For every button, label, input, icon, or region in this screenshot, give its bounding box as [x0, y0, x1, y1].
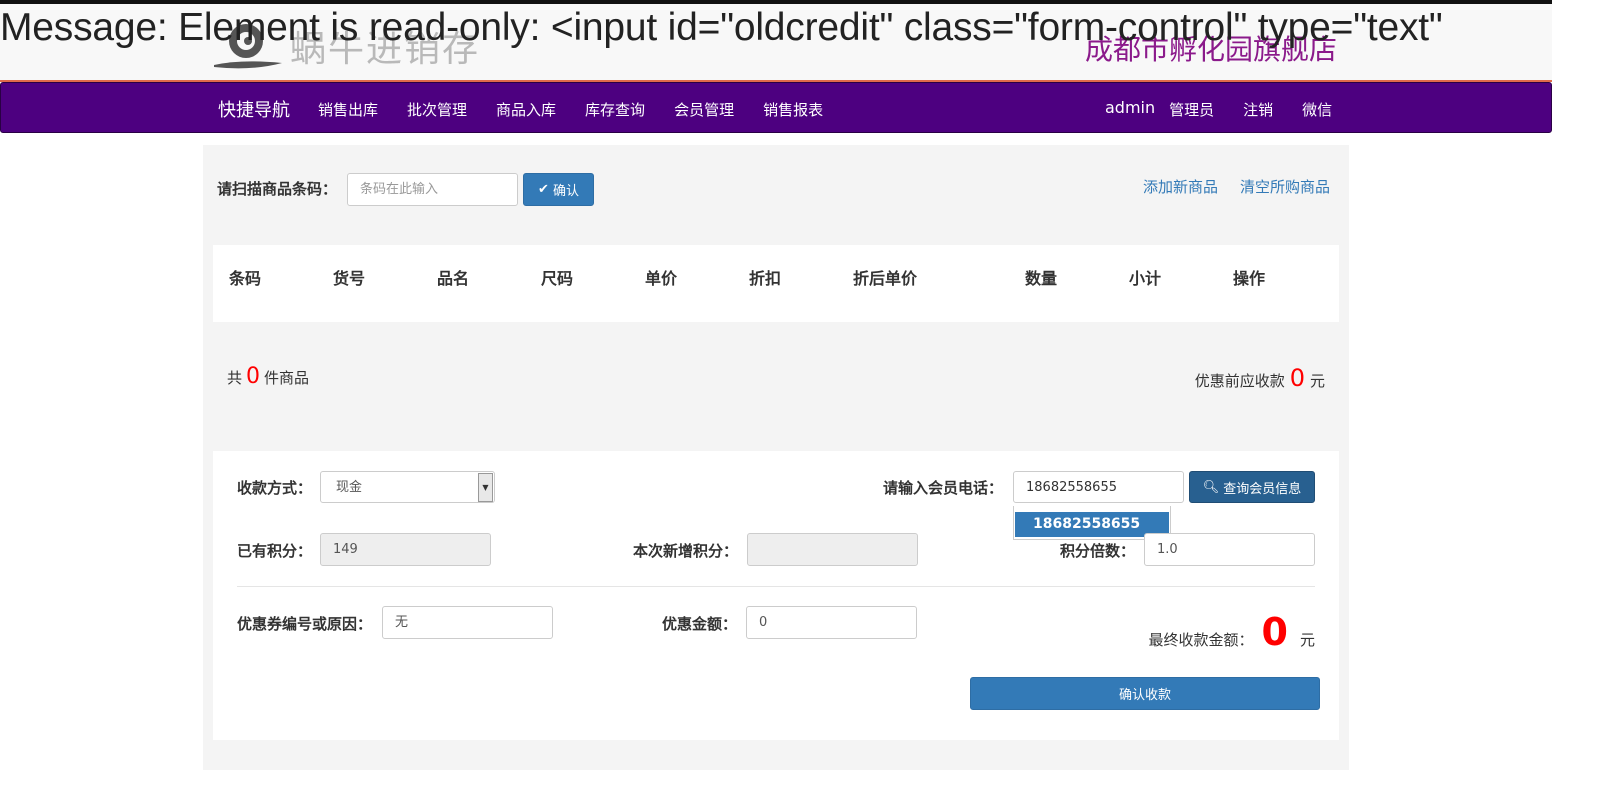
scan-label: 请扫描商品条码：	[217, 180, 338, 198]
existing-points-value: 149	[333, 542, 358, 557]
main-navbar: 快捷导航 销售出库 批次管理 商品入库 库存查询 会员管理 销售报表 admin…	[0, 82, 1552, 133]
col-quantity: 数量	[1025, 269, 1058, 288]
member-phone-input[interactable]: 18682558655	[1013, 471, 1184, 503]
col-price: 单价	[645, 269, 678, 288]
final-amount-summary: 最终收款金额： 0 元	[1149, 612, 1315, 652]
final-amount: 0	[1261, 610, 1288, 654]
existing-points-field[interactable]: 149	[320, 533, 491, 566]
coupon-field[interactable]: 无	[382, 606, 553, 639]
coupon-label: 优惠券编号或原因：	[237, 615, 373, 633]
col-subtotal: 小计	[1129, 269, 1162, 288]
confirm-payment-button[interactable]: 确认收款	[970, 677, 1320, 710]
nav-brand[interactable]: 快捷导航	[218, 96, 290, 122]
products-table: 条码 货号 品名 尺码 单价 折扣 折后单价 数量 小计 操作	[213, 245, 1339, 322]
due-summary: 优惠前应收款 0 元	[1195, 364, 1325, 392]
add-product-link[interactable]: 添加新商品	[1143, 176, 1218, 197]
barcode-input[interactable]: 条码在此输入	[347, 173, 518, 206]
new-points-label: 本次新增积分：	[633, 542, 739, 560]
nav-wechat[interactable]: 微信	[1302, 99, 1332, 120]
nav-item-batch[interactable]: 批次管理	[407, 99, 467, 120]
points-label: 已有积分：	[237, 542, 313, 560]
nav-item-inventory[interactable]: 库存查询	[585, 99, 645, 120]
member-phone-value: 18682558655	[1026, 480, 1117, 495]
nav-item-reports[interactable]: 销售报表	[763, 99, 823, 120]
clear-products-link[interactable]: 清空所购商品	[1240, 176, 1330, 197]
member-phone-label: 请输入会员电话：	[883, 479, 1004, 497]
nav-menu: 销售出库 批次管理 商品入库 库存查询 会员管理 销售报表	[318, 99, 852, 120]
item-count-summary: 共 0 件商品	[227, 364, 309, 389]
due-amount: 0	[1289, 364, 1305, 392]
nav-item-members[interactable]: 会员管理	[674, 99, 734, 120]
discount-amount-field[interactable]: 0	[746, 606, 917, 639]
count-prefix: 共	[227, 369, 243, 387]
points-multiplier-value: 1.0	[1157, 542, 1178, 557]
col-name: 品名	[437, 269, 470, 288]
payment-method-label: 收款方式：	[237, 479, 313, 497]
col-barcode: 条码	[229, 269, 262, 288]
points-multiplier-field[interactable]: 1.0	[1144, 533, 1315, 566]
check-icon: ✔	[538, 182, 549, 197]
multiplier-label: 积分倍数：	[1060, 542, 1136, 560]
discount-amount-value: 0	[759, 615, 768, 630]
confirm-payment-label: 确认收款	[1118, 688, 1171, 703]
scan-confirm-button[interactable]: ✔ 确认	[523, 173, 594, 206]
new-points-field[interactable]	[747, 533, 918, 566]
dropdown-arrow-icon[interactable]: ▼	[478, 473, 493, 502]
query-member-label: 查询会员信息	[1223, 481, 1302, 497]
col-discounted-price: 折后单价	[853, 269, 918, 288]
final-currency: 元	[1299, 631, 1315, 649]
col-size: 尺码	[541, 269, 574, 288]
nav-item-stock-in[interactable]: 商品入库	[496, 99, 556, 120]
item-count: 0	[246, 364, 261, 389]
payment-method-value: 现金	[336, 480, 363, 495]
col-discount: 折扣	[749, 269, 782, 288]
form-divider	[237, 586, 1315, 587]
discount-amount-label: 优惠金额：	[662, 615, 738, 633]
final-amount-label: 最终收款金额：	[1148, 631, 1254, 649]
coupon-value: 无	[395, 615, 409, 630]
query-member-button[interactable]: 🔍︎ 查询会员信息	[1189, 471, 1315, 503]
nav-item-sales-out[interactable]: 销售出库	[318, 99, 378, 120]
error-message: Message: Element is read-only: <input id…	[0, 6, 1443, 49]
scan-confirm-label: 确认	[552, 184, 579, 199]
nav-user-menu: admin 管理员 注销 微信	[1105, 98, 1361, 120]
col-actions: 操作	[1233, 269, 1266, 288]
barcode-placeholder: 条码在此输入	[360, 182, 439, 197]
due-label: 优惠前应收款	[1194, 372, 1285, 390]
due-currency: 元	[1309, 372, 1325, 390]
col-item-no: 货号	[333, 269, 366, 288]
count-suffix: 件商品	[264, 369, 310, 387]
nav-logout[interactable]: 注销	[1243, 99, 1273, 120]
nav-username[interactable]: admin	[1105, 98, 1155, 120]
nav-role[interactable]: 管理员	[1169, 99, 1214, 120]
payment-method-select[interactable]: 现金 ▼	[320, 471, 495, 503]
search-icon: 🔍︎	[1202, 479, 1220, 495]
